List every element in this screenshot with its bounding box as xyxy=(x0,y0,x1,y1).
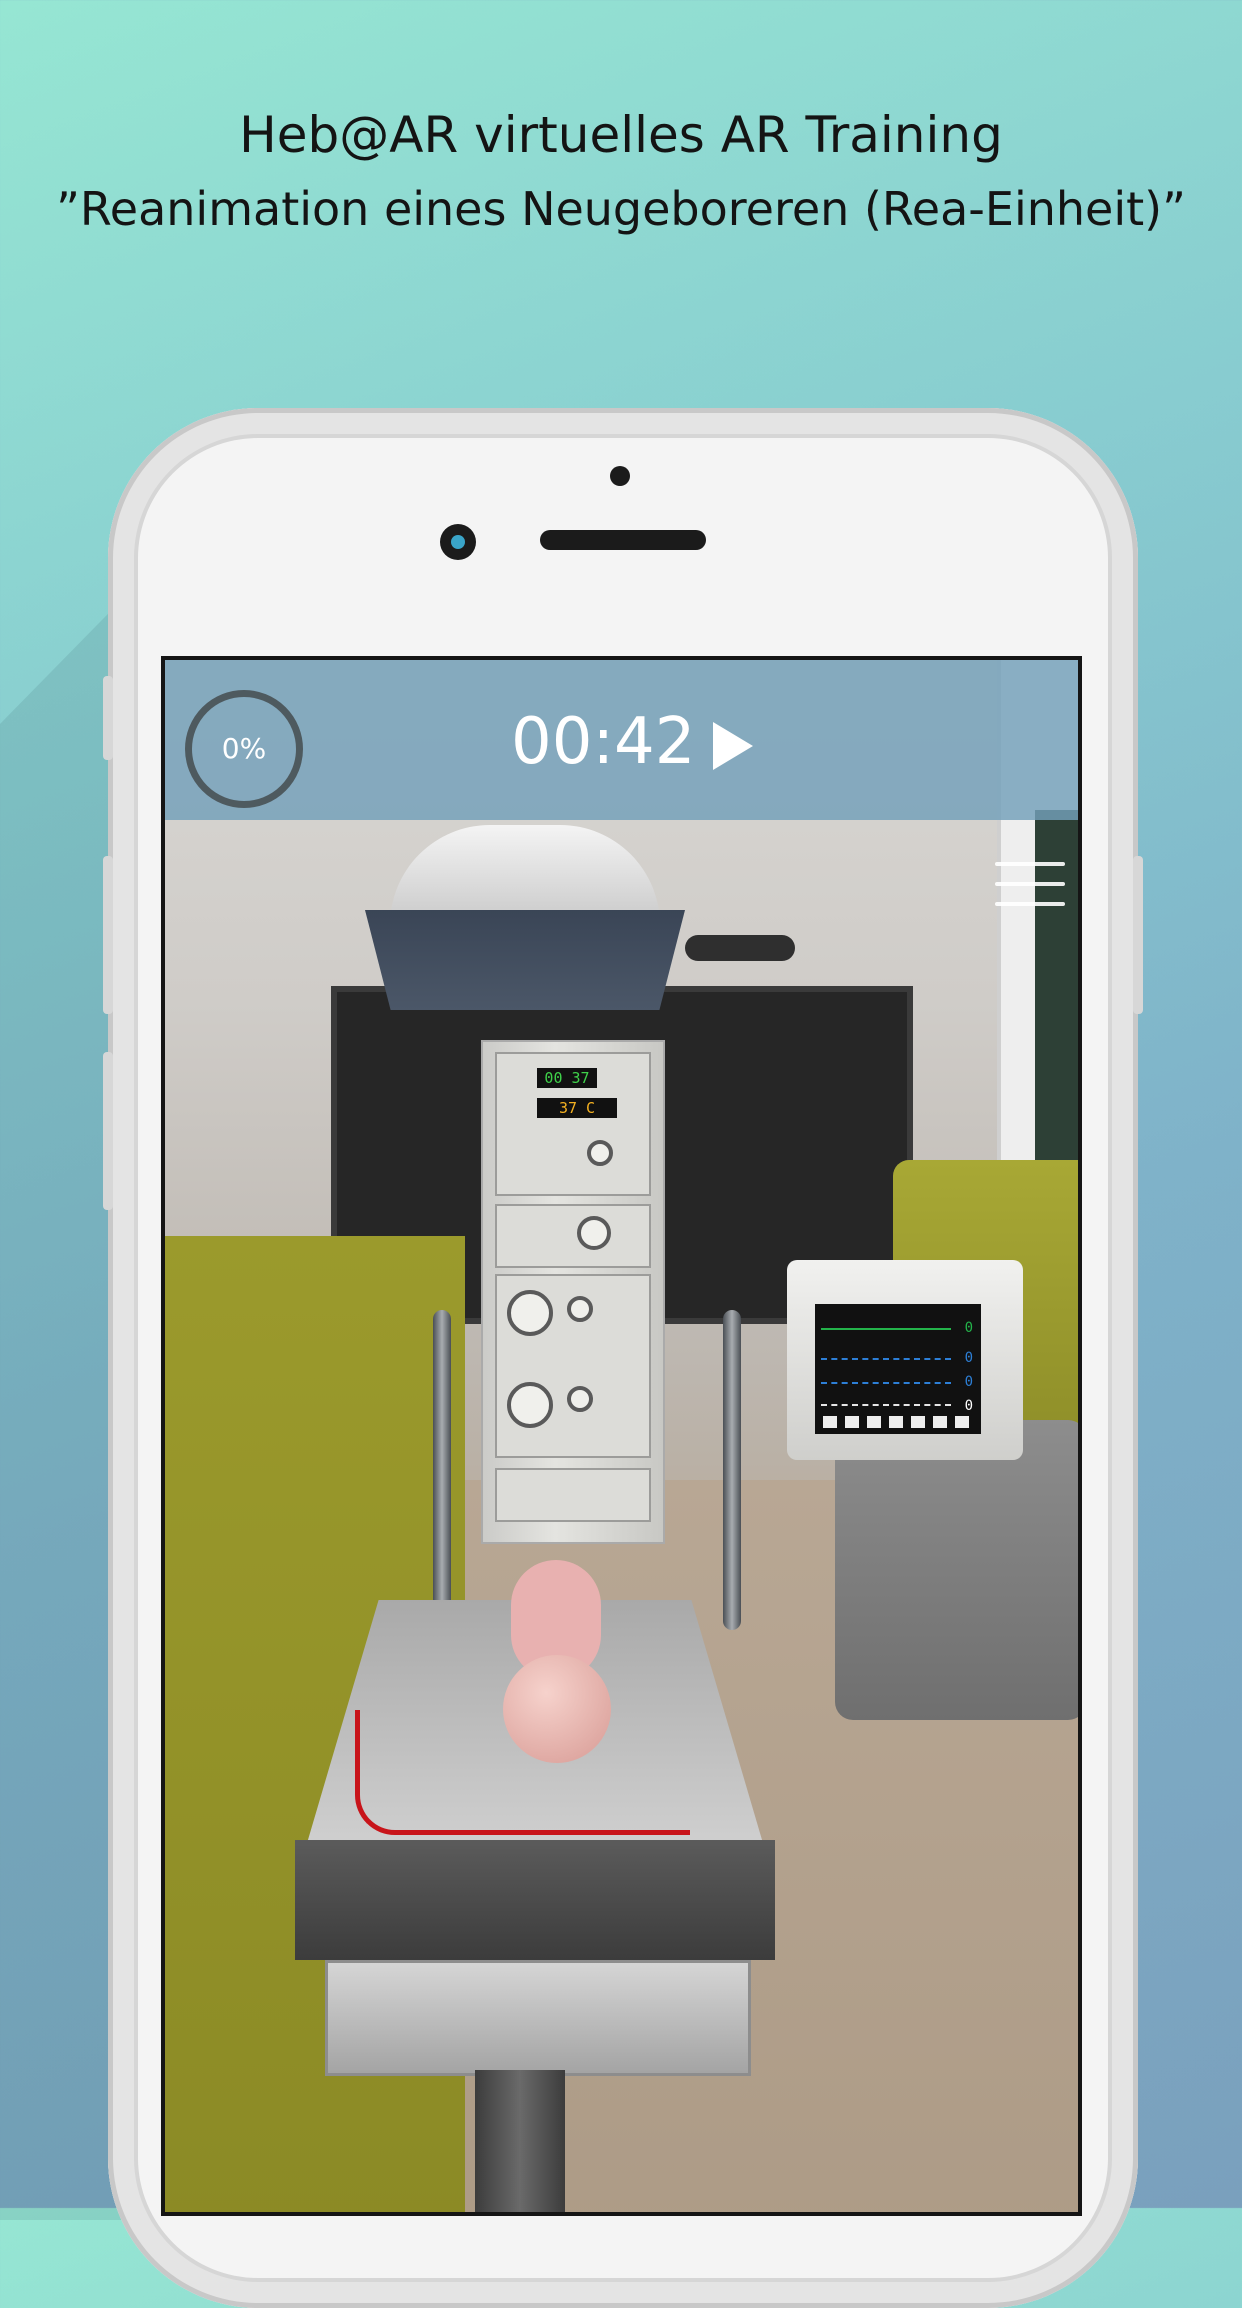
promo-headline: Heb@AR virtuelles AR Training ”Reanimati… xyxy=(0,100,1242,244)
front-camera-icon xyxy=(440,524,476,560)
rea-unit-control-tower[interactable]: 00 37 37 C xyxy=(481,1040,665,1544)
progress-label: 0% xyxy=(221,732,267,765)
phone-volume-down-button xyxy=(103,1052,113,1210)
monitor-key[interactable] xyxy=(933,1416,947,1428)
warmer-display-top: 00 37 xyxy=(537,1068,597,1088)
earpiece-speaker xyxy=(540,530,706,550)
monitor-value-hr: 0 xyxy=(964,1320,973,1336)
pressure-gauge-2 xyxy=(507,1382,553,1428)
play-icon[interactable] xyxy=(713,722,753,770)
monitor-value-4: 0 xyxy=(964,1398,973,1414)
monitor-key[interactable] xyxy=(845,1416,859,1428)
top-hud-bar: 0% 00:42 xyxy=(165,660,1078,820)
bed-pole-left xyxy=(433,1310,451,1640)
proximity-sensor xyxy=(610,466,630,486)
control-panel-bottom xyxy=(495,1468,651,1522)
progress-indicator: 0% xyxy=(185,690,303,808)
app-screen: 00 37 37 C 0 0 0 0 0% 00:42 xyxy=(161,656,1082,2216)
vital-signs-monitor[interactable]: 0 0 0 0 xyxy=(787,1260,1023,1460)
monitor-trace-spo2 xyxy=(821,1358,951,1360)
control-panel-top: 00 37 37 C xyxy=(495,1052,651,1196)
control-panel-gauges xyxy=(495,1274,651,1458)
bed-pole-right xyxy=(723,1310,741,1630)
bed-stand xyxy=(475,2070,565,2212)
bed-drawer[interactable] xyxy=(325,1960,751,2076)
phone-volume-up-button xyxy=(103,856,113,1014)
monitor-key[interactable] xyxy=(867,1416,881,1428)
control-knob[interactable] xyxy=(587,1140,613,1166)
radiant-warmer-arm xyxy=(685,935,795,961)
bed-base xyxy=(295,1840,775,1960)
phone-power-button xyxy=(1133,856,1143,1014)
radiant-warmer-hood xyxy=(365,910,685,1010)
headline-title: Heb@AR virtuelles AR Training xyxy=(239,106,1003,164)
monitor-value-resp: 0 xyxy=(964,1374,973,1390)
headline-subtitle: ”Reanimation eines Neugeboreren (Rea-Ein… xyxy=(56,182,1186,236)
control-panel-mid xyxy=(495,1204,651,1268)
hamburger-menu-icon[interactable] xyxy=(995,862,1065,912)
timer-display: 00:42 xyxy=(511,705,696,779)
room-armchair xyxy=(835,1420,1078,1720)
monitor-key[interactable] xyxy=(911,1416,925,1428)
monitor-key[interactable] xyxy=(955,1416,969,1428)
pressure-gauge-1 xyxy=(507,1290,553,1336)
monitor-key[interactable] xyxy=(823,1416,837,1428)
stethoscope-tube[interactable] xyxy=(355,1710,690,1835)
monitor-value-spo2: 0 xyxy=(964,1350,973,1366)
oxygen-knob[interactable] xyxy=(577,1216,611,1250)
monitor-key[interactable] xyxy=(889,1416,903,1428)
temperature-display: 37 C xyxy=(537,1098,617,1118)
monitor-trace-ecg xyxy=(821,1328,951,1330)
peep-knob[interactable] xyxy=(567,1386,593,1412)
phone-mute-switch xyxy=(103,676,113,760)
monitor-trace-4 xyxy=(821,1404,951,1406)
monitor-trace-resp xyxy=(821,1382,951,1384)
monitor-screen: 0 0 0 0 xyxy=(815,1304,981,1434)
flow-knob[interactable] xyxy=(567,1296,593,1322)
